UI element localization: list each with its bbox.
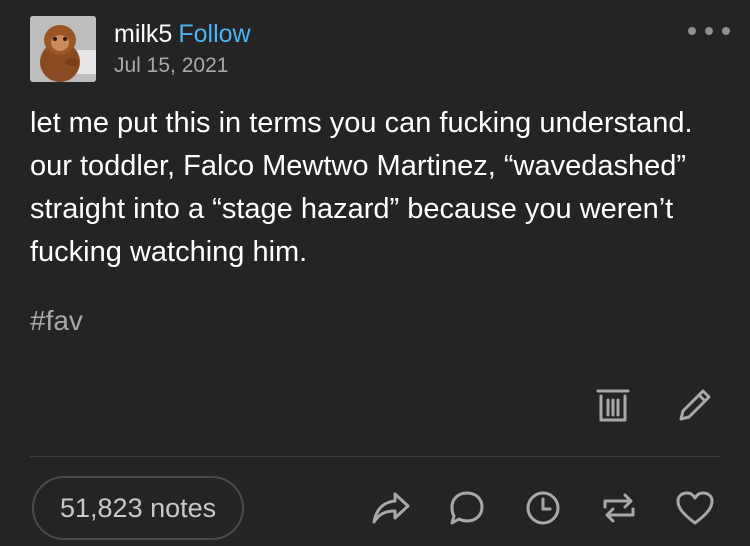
- more-dot: [722, 27, 730, 35]
- owner-actions: [594, 384, 714, 426]
- post-body: let me put this in terms you can fucking…: [30, 107, 693, 268]
- post-actions: [370, 486, 716, 530]
- notes-button[interactable]: 51,823 notes: [32, 476, 245, 540]
- post-header: milk5 Follow Jul 15, 2021: [30, 16, 730, 86]
- post-date: Jul 15, 2021: [114, 54, 229, 77]
- more-dot: [705, 27, 713, 35]
- more-options-icon[interactable]: [688, 24, 730, 38]
- heart-icon[interactable]: [674, 486, 716, 530]
- clock-icon[interactable]: [522, 486, 564, 530]
- avatar[interactable]: [30, 16, 96, 82]
- divider: [30, 456, 720, 457]
- username[interactable]: milk5: [114, 20, 172, 48]
- user-line: milk5 Follow: [114, 20, 251, 49]
- trash-icon[interactable]: [594, 384, 632, 426]
- reply-bubble-icon[interactable]: [446, 486, 488, 530]
- reblog-icon[interactable]: [598, 486, 640, 530]
- post-card: milk5 Follow Jul 15, 2021 let me put this…: [0, 0, 750, 546]
- more-dot: [688, 27, 696, 35]
- follow-button[interactable]: Follow: [178, 20, 250, 48]
- share-icon[interactable]: [370, 486, 412, 530]
- post-tag[interactable]: #fav: [30, 305, 83, 337]
- pencil-icon[interactable]: [676, 384, 714, 426]
